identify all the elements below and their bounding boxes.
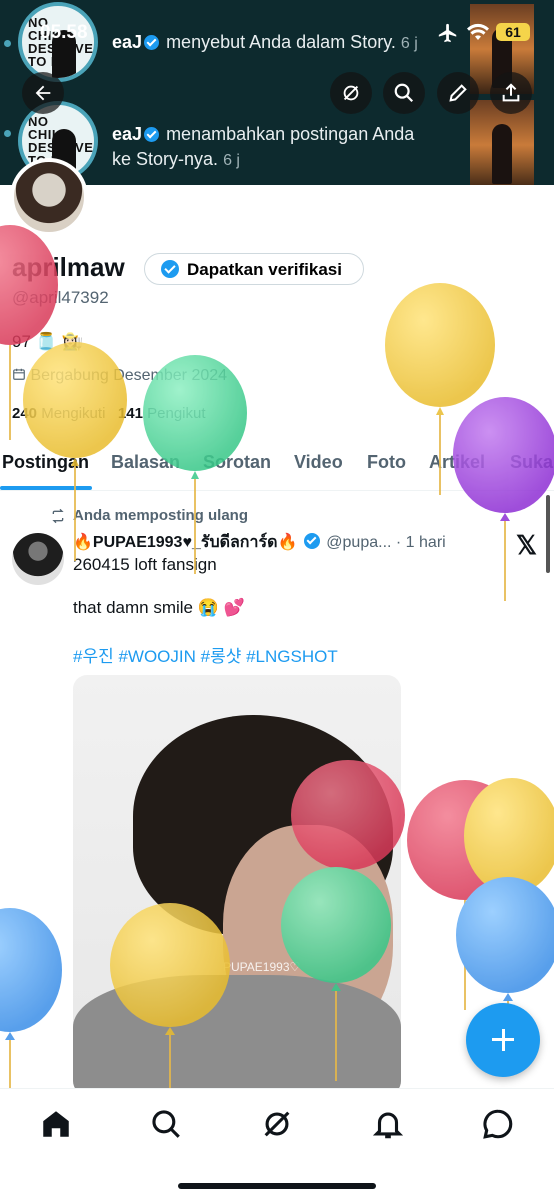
status-time: 05.58 bbox=[40, 22, 88, 43]
post-author-name[interactable]: 🔥PUPAE1993♥︎_รับดีลการ์ด🔥 bbox=[73, 534, 297, 551]
post-hashtags[interactable]: #우진 #WOOJIN #롱샷 #LNGSHOT bbox=[73, 642, 338, 667]
notification-user: eaJ bbox=[112, 32, 143, 52]
image-watermark: PUPAE1993♡ bbox=[223, 960, 301, 974]
notification-1[interactable]: eaJ menyebut Anda dalam Story. 6 j bbox=[112, 30, 418, 56]
repost-label: Anda memposting ulang bbox=[73, 507, 249, 524]
home-indicator bbox=[178, 1183, 376, 1189]
tab-foto[interactable]: Foto bbox=[367, 452, 406, 473]
wifi-icon bbox=[467, 23, 489, 40]
battery-indicator: 61 bbox=[496, 23, 530, 41]
post-header: 🔥PUPAE1993♥︎_รับดีลการ์ด🔥 @pupa... · 1 h… bbox=[73, 530, 446, 555]
share-icon bbox=[502, 83, 520, 102]
compose-button[interactable] bbox=[466, 1003, 540, 1077]
joined-date: Bergabung Desember 2024 bbox=[12, 367, 227, 385]
joined-label: Bergabung Desember 2024 bbox=[30, 367, 228, 384]
tab-artikel[interactable]: Artikel bbox=[429, 452, 485, 473]
hide-icon bbox=[343, 85, 359, 101]
unread-dot bbox=[4, 40, 11, 47]
profile-tabs: Postingan Balasan Sorotan Video Foto Art… bbox=[0, 440, 554, 491]
get-verified-label: Dapatkan verifikasi bbox=[187, 260, 342, 279]
bell-icon[interactable] bbox=[371, 1107, 405, 1141]
verified-icon bbox=[144, 35, 160, 50]
following-link[interactable]: 240 Mengikuti bbox=[12, 405, 105, 422]
x-logo-icon[interactable]: 𝕏 bbox=[516, 530, 537, 561]
calendar-icon bbox=[13, 368, 25, 380]
post-author-handle[interactable]: @pupa... bbox=[326, 534, 391, 551]
tab-suka[interactable]: Suka bbox=[510, 452, 553, 473]
unread-dot bbox=[4, 130, 11, 137]
back-icon bbox=[35, 85, 51, 101]
post-text-line1: 260415 loft fansign bbox=[73, 555, 217, 574]
followers-link[interactable]: 141 Pengikut bbox=[118, 405, 206, 422]
verified-icon bbox=[161, 260, 179, 278]
notification-text-2: ke Story-nya. bbox=[112, 149, 219, 169]
tab-postingan[interactable]: Postingan bbox=[2, 452, 89, 473]
notification-time: 6 j bbox=[400, 35, 418, 52]
home-icon[interactable] bbox=[39, 1107, 73, 1141]
profile-bio: 97 🫙 👩🏻‍🌾 bbox=[12, 332, 83, 351]
messages-icon[interactable] bbox=[481, 1107, 515, 1141]
verified-icon bbox=[144, 127, 160, 142]
airplane-icon bbox=[438, 23, 457, 43]
profile-handle: @april47392 bbox=[12, 288, 109, 307]
profile-avatar[interactable] bbox=[10, 158, 88, 236]
grok-button[interactable] bbox=[330, 72, 372, 114]
post-image[interactable]: PUPAE1993♡ bbox=[73, 675, 401, 1095]
notification-time: 6 j bbox=[223, 152, 240, 169]
edit-button[interactable] bbox=[437, 72, 479, 114]
post-author-avatar[interactable] bbox=[12, 533, 64, 585]
post-time: · 1 hari bbox=[395, 534, 446, 551]
explore-icon[interactable] bbox=[149, 1107, 183, 1141]
tab-sorotan[interactable]: Sorotan bbox=[203, 452, 271, 473]
notification-2[interactable]: eaJ menambahkan postingan Anda ke Story-… bbox=[112, 122, 452, 173]
display-name: aprilmaw bbox=[12, 252, 125, 282]
notification-text: menambahkan postingan Anda bbox=[166, 124, 415, 144]
edit-icon bbox=[449, 84, 467, 102]
back-button[interactable] bbox=[22, 72, 64, 114]
active-tab-indicator bbox=[0, 486, 92, 490]
tab-balasan[interactable]: Balasan bbox=[111, 452, 180, 473]
header-banner: NO CHILD DESERVES TO BE eaJ menyebut And… bbox=[0, 0, 554, 185]
story-thumbnail[interactable] bbox=[470, 100, 534, 185]
notification-user: eaJ bbox=[112, 124, 143, 144]
post-text-line2: that damn smile 😭 💕 bbox=[73, 598, 245, 617]
verified-icon bbox=[303, 533, 320, 549]
search-button[interactable] bbox=[383, 72, 425, 114]
get-verified-button[interactable]: Dapatkan verifikasi bbox=[144, 253, 364, 285]
scrollbar[interactable] bbox=[546, 495, 550, 573]
follow-stats: 240 Mengikuti 141 Pengikut bbox=[12, 405, 206, 422]
tab-video[interactable]: Video bbox=[294, 452, 343, 473]
search-icon bbox=[394, 83, 414, 103]
repost-icon bbox=[52, 508, 64, 524]
grok-icon[interactable] bbox=[260, 1107, 294, 1141]
notification-text: menyebut Anda dalam Story. bbox=[166, 32, 396, 52]
share-button[interactable] bbox=[490, 72, 532, 114]
